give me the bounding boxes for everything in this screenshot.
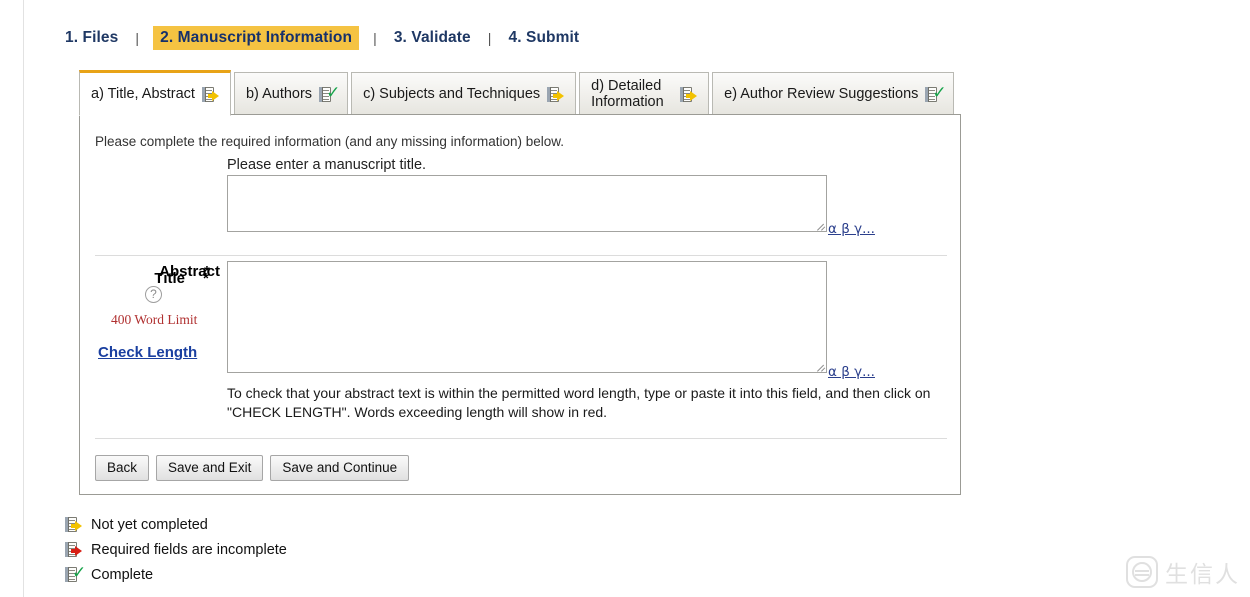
abstract-field-label: Abstract bbox=[159, 263, 220, 280]
abstract-required-marker: * bbox=[204, 263, 210, 280]
legend-row-required-incomplete: Required fields are incomplete bbox=[65, 537, 287, 562]
manuscript-tabs: a) Title, Abstract b) Authors ✓ c) Subje… bbox=[79, 70, 957, 116]
tab-title-abstract-label: a) Title, Abstract bbox=[91, 85, 195, 102]
tab-authors-label: b) Authors bbox=[245, 85, 313, 102]
abstract-special-characters-link[interactable]: α β γ... bbox=[828, 364, 875, 380]
step-validate[interactable]: 3. Validate bbox=[391, 27, 474, 49]
divider-above-buttons bbox=[95, 438, 947, 439]
save-and-exit-button[interactable]: Save and Exit bbox=[156, 455, 264, 482]
step-submit[interactable]: 4. Submit bbox=[506, 27, 583, 49]
complete-icon: ✓ bbox=[65, 565, 86, 583]
tab-detailed-information-label: d) Detailed Information bbox=[591, 77, 664, 110]
tab-detailed-information[interactable]: d) Detailed Information bbox=[579, 72, 710, 115]
form-action-buttons: Back Save and Exit Save and Continue bbox=[95, 455, 410, 482]
panel-instructions: Please complete the required information… bbox=[95, 134, 564, 149]
title-abstract-panel: Please complete the required information… bbox=[79, 114, 961, 495]
abstract-help-icon[interactable]: ? bbox=[145, 286, 162, 303]
watermark: 生信人 bbox=[1126, 555, 1240, 589]
tab-subjects-techniques-label: c) Subjects and Techniques bbox=[363, 85, 541, 102]
check-length-link[interactable]: Check Length bbox=[98, 344, 197, 361]
status-legend: Not yet completed Required fields are in… bbox=[65, 512, 287, 587]
required-fields-incomplete-icon bbox=[65, 541, 82, 558]
step-separator-3: | bbox=[487, 30, 492, 46]
title-special-characters-link[interactable]: α β γ... bbox=[828, 221, 875, 237]
legend-label-required-incomplete: Required fields are incomplete bbox=[91, 541, 287, 558]
tab-subjects-techniques[interactable]: c) Subjects and Techniques bbox=[351, 72, 577, 115]
submission-page: 1. Files | 2. Manuscript Information | 3… bbox=[0, 0, 1250, 597]
legend-label-complete: Complete bbox=[91, 566, 154, 583]
watermark-logo-icon bbox=[1126, 556, 1158, 588]
step-separator-2: | bbox=[373, 30, 377, 46]
legend-row-complete: ✓ Complete bbox=[65, 562, 287, 587]
left-border-rule bbox=[23, 0, 24, 597]
back-button[interactable]: Back bbox=[95, 455, 150, 482]
tab-author-review-suggestions[interactable]: e) Author Review Suggestions ✓ bbox=[712, 72, 955, 115]
abstract-help-text: To check that your abstract text is with… bbox=[227, 385, 931, 420]
step-files[interactable]: 1. Files bbox=[62, 27, 121, 49]
not-yet-completed-icon bbox=[680, 86, 698, 103]
title-input[interactable] bbox=[227, 175, 827, 232]
step-separator-1: | bbox=[135, 30, 140, 46]
save-and-continue-button[interactable]: Save and Continue bbox=[270, 455, 410, 482]
divider-above-abstract bbox=[95, 255, 947, 256]
complete-icon: ✓ bbox=[319, 84, 340, 103]
tab-authors[interactable]: b) Authors ✓ bbox=[233, 72, 349, 115]
complete-icon: ✓ bbox=[925, 84, 947, 103]
step-manuscript-information[interactable]: 2. Manuscript Information bbox=[153, 26, 360, 50]
tab-author-review-suggestions-label: e) Author Review Suggestions bbox=[724, 85, 919, 102]
abstract-input[interactable] bbox=[227, 261, 827, 373]
abstract-word-limit: 400 Word Limit bbox=[111, 312, 198, 327]
legend-row-not-yet-completed: Not yet completed bbox=[65, 512, 287, 537]
submission-steps-nav: 1. Files | 2. Manuscript Information | 3… bbox=[62, 26, 582, 50]
title-field-hint: Please enter a manuscript title. bbox=[227, 157, 427, 173]
watermark-text: 生信人 bbox=[1165, 562, 1240, 588]
not-yet-completed-icon bbox=[201, 86, 219, 103]
not-yet-completed-icon bbox=[547, 86, 565, 103]
tab-title-abstract[interactable]: a) Title, Abstract bbox=[79, 70, 231, 116]
not-yet-completed-icon bbox=[65, 516, 82, 533]
legend-label-not-yet-completed: Not yet completed bbox=[91, 516, 208, 533]
